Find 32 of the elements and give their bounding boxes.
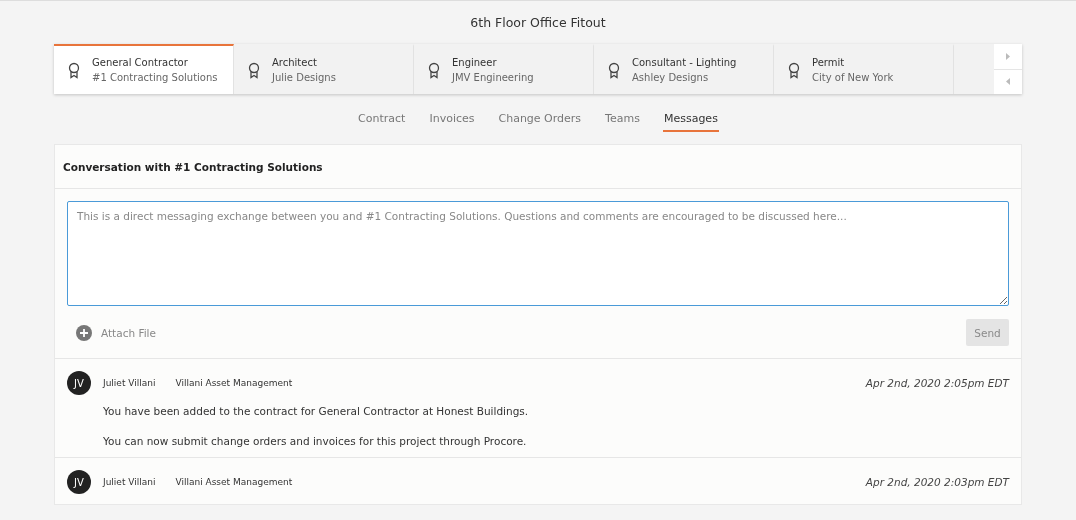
caret-left-icon: [1006, 78, 1010, 86]
ribbon-award-icon: [788, 61, 800, 79]
plus-circle-icon: [76, 324, 92, 341]
section-tab[interactable]: Messages: [662, 111, 719, 132]
section-tab[interactable]: Change Orders: [497, 111, 583, 132]
vendor-tab[interactable]: Consultant - Lighting Ashley Designs: [594, 44, 774, 94]
avatar-initials: JV: [67, 470, 91, 494]
vendor-tab[interactable]: General Contractor #1 Contracting Solutions: [54, 44, 234, 94]
message-text: You have been added to the contract for General Contractor at Honest Buildings.: [103, 405, 530, 417]
author-company: Villani Asset Management: [175, 378, 293, 388]
vendor-tab[interactable]: Engineer JMV Engineering: [414, 44, 594, 94]
ribbon-award-icon: [68, 61, 80, 79]
message-timestamp: Apr 2nd, 2020 2:03pm EDT: [865, 476, 1009, 488]
ribbon-award-icon: [608, 61, 620, 79]
section-tab[interactable]: Teams: [604, 111, 641, 132]
vendor-tab[interactable]: Permit City of New York: [774, 44, 954, 94]
message-field[interactable]: This is a direct messaging exchange between you and #1 Contracting Solutions. Questions and comments are encouraged to be discussed here...: [67, 201, 1009, 306]
author-name: Juliet Villani: [103, 477, 156, 487]
author-company: Villani Asset Management: [175, 477, 293, 487]
message-text: You can now submit change orders and invoices for this project through Procore.: [103, 435, 528, 447]
attach-file-button[interactable]: Attach File: [76, 324, 156, 341]
vendor-tab[interactable]: Architect Julie Designs: [234, 44, 414, 94]
message-timestamp: Apr 2nd, 2020 2:05pm EDT: [865, 377, 1009, 389]
ribbon-award-icon: [428, 61, 440, 79]
ribbon-award-icon: [248, 61, 260, 79]
author-name: Juliet Villani: [103, 378, 156, 388]
conversation-title: Conversation with #1 Contracting Solutions: [55, 145, 1021, 189]
caret-right-icon: [1006, 52, 1010, 60]
avatar-initials: JV: [67, 371, 91, 395]
project-title: 6th Floor Office Fitout: [469, 14, 607, 32]
section-tab[interactable]: Invoices: [428, 111, 476, 132]
section-tab[interactable]: Contract: [357, 111, 407, 132]
